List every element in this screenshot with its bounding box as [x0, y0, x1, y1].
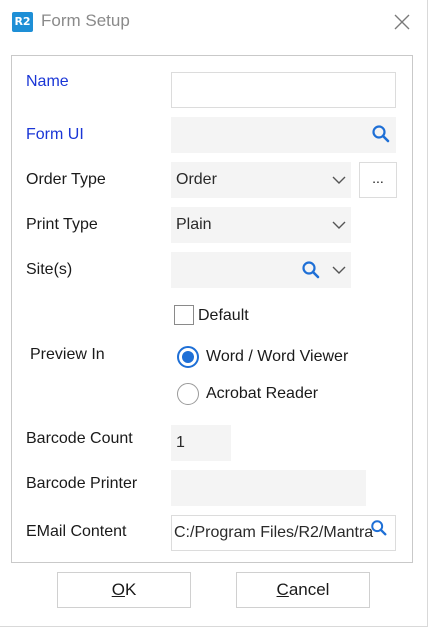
form-ui-label: Form UI [26, 126, 84, 143]
close-button[interactable] [388, 8, 416, 36]
window-title: Form Setup [41, 11, 130, 30]
radio-word-viewer[interactable] [177, 346, 199, 368]
chevron-down-icon[interactable] [328, 163, 350, 197]
chevron-down-icon[interactable] [328, 208, 350, 242]
app-logo-icon: R2 [12, 12, 33, 32]
barcode-printer-label: Barcode Printer [26, 475, 138, 492]
radio-word-viewer-label[interactable]: Word / Word Viewer [206, 348, 348, 366]
print-type-label: Print Type [26, 216, 98, 233]
search-icon[interactable] [370, 519, 388, 537]
sites-select[interactable] [171, 252, 351, 288]
form-setup-dialog: R2 Form Setup Name Form UI Order Type Or… [0, 0, 428, 627]
name-label: Name [26, 73, 69, 90]
search-icon[interactable] [371, 124, 391, 144]
ok-mnemonic: O [111, 580, 125, 599]
order-type-more-button[interactable]: ... [359, 162, 397, 198]
search-icon[interactable] [301, 260, 321, 280]
barcode-printer-input[interactable] [171, 470, 366, 506]
chevron-down-icon[interactable] [328, 253, 350, 287]
order-type-value: Order [176, 171, 217, 188]
print-type-value: Plain [176, 216, 212, 233]
cancel-mnemonic: C [276, 580, 289, 599]
email-content-value: C:/Program Files/R2/Mantra [174, 524, 374, 541]
print-type-select[interactable]: Plain [171, 207, 351, 243]
default-checkbox[interactable] [174, 305, 194, 325]
email-content-input[interactable]: C:/Program Files/R2/Mantra [171, 515, 396, 551]
preview-in-label: Preview In [30, 346, 105, 363]
barcode-count-input[interactable]: 1 [171, 425, 231, 461]
form-ui-input[interactable] [171, 117, 396, 153]
default-label[interactable]: Default [198, 307, 249, 325]
sites-label: Site(s) [26, 261, 73, 278]
ok-label-rest: K [124, 580, 137, 599]
radio-acrobat-reader[interactable] [177, 383, 199, 405]
cancel-button[interactable]: Cancel [236, 572, 370, 608]
close-icon [394, 14, 410, 30]
order-type-label: Order Type [26, 171, 106, 188]
ok-button[interactable]: OK [57, 572, 191, 608]
email-content-label: EMail Content [26, 523, 127, 540]
radio-acrobat-reader-label[interactable]: Acrobat Reader [206, 385, 318, 403]
title-bar: R2 Form Setup [0, 0, 428, 44]
barcode-count-label: Barcode Count [26, 430, 133, 447]
cancel-label-rest: ancel [288, 580, 330, 599]
name-input[interactable] [171, 72, 396, 108]
barcode-count-value: 1 [176, 434, 185, 451]
order-type-select[interactable]: Order [171, 162, 351, 198]
